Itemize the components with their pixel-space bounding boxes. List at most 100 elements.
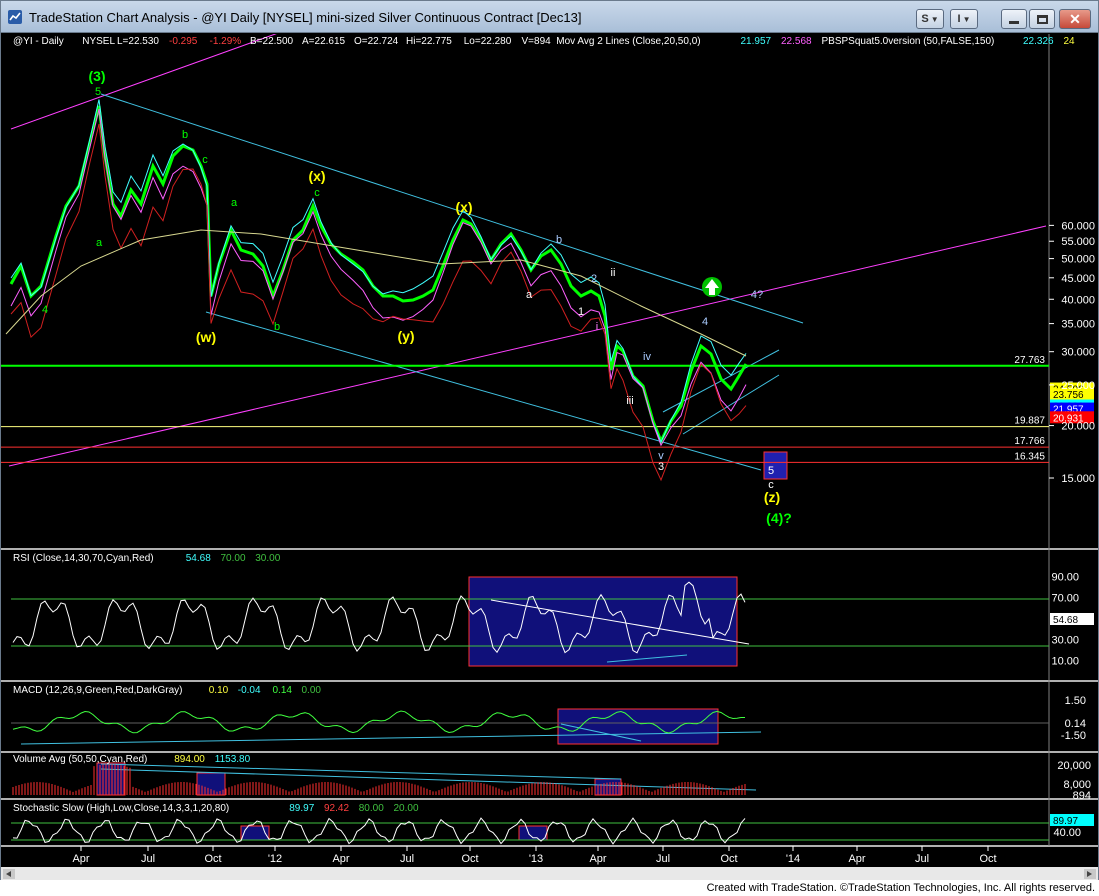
price-header-item: 21.957 — [741, 36, 772, 47]
wave-label: c — [202, 154, 208, 166]
volume-header-item: Volume Avg (50,50,Cyan,Red) — [13, 754, 147, 765]
stoch-axis-label: 89.97 — [1053, 816, 1078, 827]
x-axis-label: Jul — [915, 853, 929, 865]
wave-label: a — [526, 289, 533, 301]
macd-axis-label: 0.14 — [1065, 718, 1086, 730]
price-axis-label: 25.000 — [1061, 380, 1095, 392]
wave-label: iii — [626, 395, 633, 407]
maximize-icon — [1036, 14, 1048, 24]
rsi-tag-label: 54.68 — [1053, 615, 1078, 626]
wave-label: (z) — [764, 489, 780, 505]
price-header-item: NYSEL — [82, 36, 115, 47]
wave-label: (x) — [308, 168, 325, 184]
x-axis-label: Apr — [848, 853, 865, 865]
dropdown-arrow-icon: ▼ — [930, 14, 939, 24]
rsi-highlight-box — [468, 576, 738, 667]
x-axis-label: Oct — [979, 853, 996, 865]
price-header-item: A=22.615 — [302, 36, 346, 47]
price-header-item: O=22.724 — [354, 36, 399, 47]
wave-label: 5 — [768, 465, 774, 477]
close-button[interactable]: ✕ — [1059, 9, 1091, 29]
rsi-axis-label: 10.00 — [1051, 656, 1079, 668]
wedge-lower-line — [682, 374, 780, 435]
wave-label: (4)? — [766, 510, 792, 526]
macd-highlight-box — [557, 708, 719, 745]
price-header-item: B=22.500 — [250, 36, 294, 47]
rsi-header-item: 30.00 — [255, 553, 280, 564]
wave-label: ii — [611, 267, 616, 279]
maximize-button[interactable] — [1029, 9, 1055, 29]
price-series — [5, 99, 748, 482]
channel-lower-line — [205, 311, 762, 471]
price-axis-label: 15.000 — [1061, 473, 1095, 485]
price-header-item: 24 — [1064, 36, 1076, 47]
wave-label: 4? — [751, 289, 763, 301]
pane-backgrounds — [1, 34, 1098, 847]
x-axis-label: Apr — [589, 853, 606, 865]
wave-label: (3) — [88, 68, 105, 84]
window-title: TradeStation Chart Analysis - @YI Daily … — [29, 10, 582, 25]
footer-copyright: Created with TradeStation. ©TradeStation… — [0, 881, 1099, 896]
wave-label: iv — [643, 351, 651, 363]
close-icon: ✕ — [1069, 10, 1081, 27]
price-header-item: Lo=22.280 — [464, 36, 512, 47]
level-label: 27.763 — [1014, 355, 1045, 366]
price-axis-label: 60.000 — [1061, 220, 1095, 232]
price-header-item: V=894 — [522, 36, 552, 47]
price-axis-label: 50.000 — [1061, 254, 1095, 266]
wave-label: 3 — [658, 461, 664, 473]
ma-50-line — [10, 108, 747, 447]
stoch-header-item: 20.00 — [394, 803, 419, 814]
x-axis-label: Jul — [400, 853, 414, 865]
price-axis-label: 45.000 — [1061, 273, 1095, 285]
i-label: I — [957, 13, 961, 25]
stoch-header-item: 80.00 — [359, 803, 384, 814]
rsi-axis-label: 70.00 — [1051, 593, 1079, 605]
stoch-axis-label: 40.00 — [1053, 827, 1081, 839]
price-header-item: Hi=22.775 — [406, 36, 452, 47]
interval-link-i-button[interactable]: I ▼ — [950, 9, 978, 29]
x-axis-label: '13 — [529, 853, 543, 865]
price-chart[interactable]: 27.76319.88717.76616.34524.50623.75622.3… — [1, 13, 1098, 880]
macd-axis-label: 1.50 — [1065, 695, 1086, 707]
rsi-header-item: 54.68 — [186, 553, 211, 564]
price-axis-label: 20.000 — [1061, 421, 1095, 433]
x-axis-label: Jul — [141, 853, 155, 865]
macd-header-item: 0.14 — [273, 685, 293, 696]
x-axis-label: Apr — [72, 853, 89, 865]
drawn-trendlines — [8, 13, 1047, 791]
tradestation-app-icon — [8, 10, 22, 24]
price-bars — [9, 105, 748, 445]
price-header-item: L=22.530 — [117, 36, 159, 47]
wave-label: c — [314, 187, 320, 199]
minimize-icon — [1009, 20, 1019, 24]
volume-axis-label: 20,000 — [1057, 760, 1091, 772]
x-axis-label: Oct — [204, 853, 221, 865]
stoch-header-item: 92.42 — [324, 803, 349, 814]
upper-trendline — [10, 13, 332, 130]
long-ma-line — [5, 229, 747, 357]
chart-area[interactable]: 27.76319.88717.76616.34524.50623.75622.3… — [1, 13, 1098, 880]
wave-label: 1 — [578, 306, 584, 318]
scrollbar-track[interactable] — [1, 867, 1098, 880]
x-axis-label: Oct — [461, 853, 478, 865]
wave-label: a — [96, 237, 103, 249]
symbol-link-s-button[interactable]: S ▼ — [916, 9, 944, 29]
volume-highlight-box — [594, 778, 622, 796]
wave-label: b — [274, 321, 280, 333]
wave-label: (x) — [455, 199, 472, 215]
volume-header-item: 894.00 — [174, 754, 205, 765]
wave-label: b — [182, 129, 188, 141]
horizontal-levels: 27.76319.88717.76616.34524.50623.75622.3… — [1, 355, 1094, 463]
volume-axis-label: 894 — [1073, 790, 1091, 802]
stoch-header-item: Stochastic Slow (High,Low,Close,14,3,3,1… — [13, 803, 229, 814]
price-header-item: @YI - Daily — [13, 36, 64, 47]
wave-label: a — [231, 197, 238, 209]
horizontal-scrollbar[interactable] — [1, 867, 1098, 880]
wave-label: 4 — [702, 316, 708, 328]
price-header-item: Mov Avg 2 Lines (Close,20,50,0) — [556, 36, 700, 47]
minimize-button[interactable] — [1001, 9, 1027, 29]
price-header-item: PBSPSquat5.0version (50,FALSE,150) — [822, 36, 995, 47]
channel-upper-line — [100, 93, 804, 324]
macd-header-item: 0.00 — [302, 685, 322, 696]
